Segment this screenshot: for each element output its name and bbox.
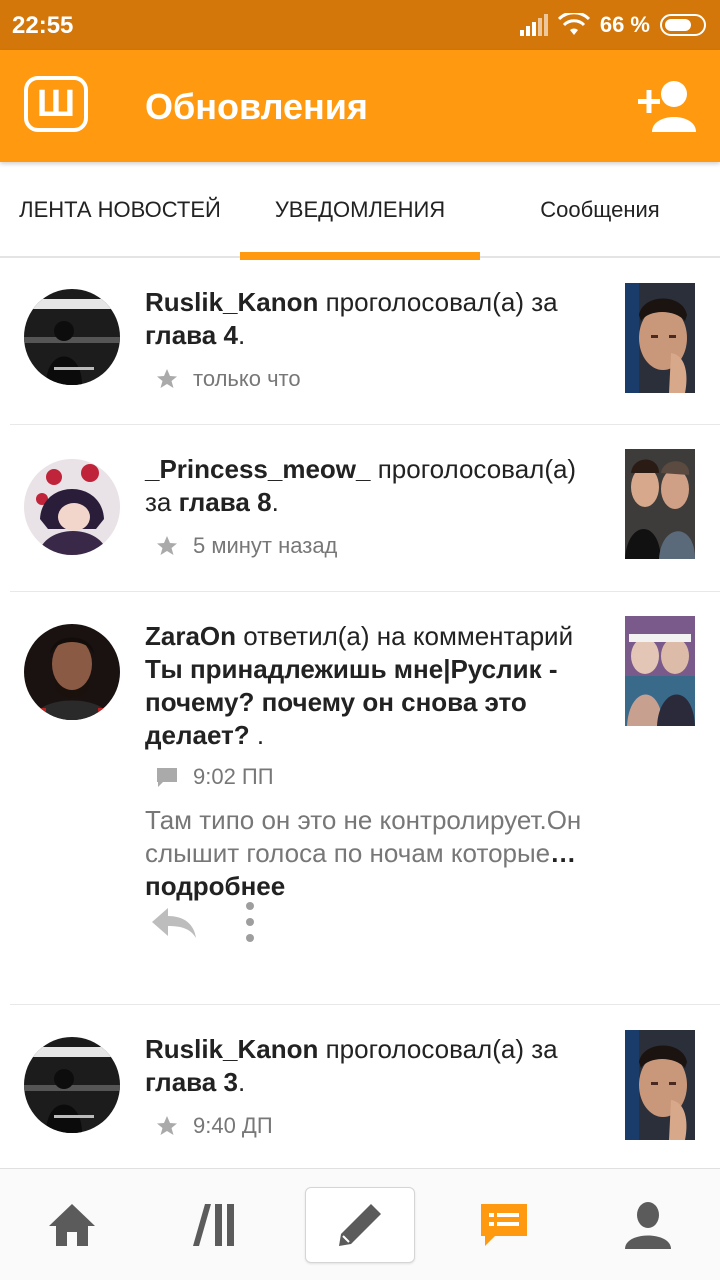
bottom-navigation xyxy=(0,1168,720,1280)
battery-percent: 66 % xyxy=(599,12,650,37)
comment-icon xyxy=(157,768,177,787)
tab-bar: ЛЕНТА НОВОСТЕЙ УВЕДОМЛЕНИЯ Сообщения xyxy=(0,162,720,260)
page-title: Обновления xyxy=(145,86,368,127)
notification-meta: 5 минут назад xyxy=(155,533,337,559)
nav-profile[interactable] xyxy=(588,1169,708,1280)
notification-meta: только что xyxy=(155,366,301,392)
library-icon xyxy=(193,1204,234,1246)
star-icon xyxy=(157,1116,177,1135)
more-options-icon[interactable] xyxy=(240,900,260,944)
user-name[interactable]: ZaraOn xyxy=(145,621,236,651)
avatar[interactable] xyxy=(24,1037,120,1133)
story-link[interactable]: глава 4 xyxy=(145,320,238,350)
notifications-icon xyxy=(481,1204,527,1246)
notification-item[interactable]: ZaraOn ответил(а) на комментарий Ты прин… xyxy=(0,592,720,1004)
notification-meta: 9:02 ПП xyxy=(155,764,274,790)
avatar[interactable] xyxy=(24,289,120,385)
story-cover[interactable] xyxy=(625,283,695,393)
tab-messages[interactable]: Сообщения xyxy=(480,162,720,258)
notification-text: ZaraOn ответил(а) на комментарий Ты прин… xyxy=(145,621,574,750)
reply-icon[interactable] xyxy=(150,904,198,940)
notification-text: Ruslik_Kanon проголосовал(а) за глава 4. xyxy=(145,287,558,350)
nav-library[interactable] xyxy=(156,1169,276,1280)
notification-item[interactable]: Ruslik_Kanon проголосовал(а) за глава 4.… xyxy=(0,262,720,424)
notification-text: Ruslik_Kanon проголосовал(а) за глава 3. xyxy=(145,1034,558,1097)
status-icons: 66 % xyxy=(519,10,706,40)
story-cover[interactable] xyxy=(625,449,695,559)
story-link[interactable]: глава 3 xyxy=(145,1067,238,1097)
write-icon xyxy=(339,1204,381,1246)
notification-time: только что xyxy=(193,366,301,391)
nav-notifications[interactable] xyxy=(444,1169,564,1280)
story-cover[interactable] xyxy=(625,1030,695,1140)
profile-icon xyxy=(625,1202,671,1249)
user-name[interactable]: _Princess_meow_ xyxy=(145,454,370,484)
wifi-icon xyxy=(557,13,590,35)
notification-item[interactable]: Ruslik_Kanon проголосовал(а) за глава 3.… xyxy=(0,1005,720,1168)
notification-meta: 9:40 ДП xyxy=(155,1113,273,1139)
signal-icon xyxy=(519,14,548,36)
avatar[interactable] xyxy=(24,459,120,555)
status-time: 22:55 xyxy=(12,12,74,39)
notification-time: 9:40 ДП xyxy=(193,1113,273,1138)
nav-write[interactable] xyxy=(305,1187,415,1263)
star-icon xyxy=(157,536,177,555)
tab-news-feed[interactable]: ЛЕНТА НОВОСТЕЙ xyxy=(0,162,240,258)
app-logo[interactable]: Ш xyxy=(24,76,88,132)
tab-notifications[interactable]: УВЕДОМЛЕНИЯ xyxy=(240,162,480,260)
app-bar: Ш Обновления xyxy=(0,50,720,162)
story-cover[interactable] xyxy=(625,616,695,726)
user-name[interactable]: Ruslik_Kanon xyxy=(145,1034,318,1064)
notification-text: _Princess_meow_ проголосовал(а) за глава… xyxy=(145,454,577,517)
notification-item[interactable]: _Princess_meow_ проголосовал(а) за глава… xyxy=(0,425,720,591)
avatar[interactable] xyxy=(24,624,120,720)
nav-home[interactable] xyxy=(12,1169,132,1280)
add-user-icon[interactable] xyxy=(638,78,698,132)
home-icon xyxy=(49,1204,95,1246)
notification-time: 5 минут назад xyxy=(193,533,338,558)
star-icon xyxy=(157,369,177,388)
story-link[interactable]: глава 8 xyxy=(179,487,272,517)
comment-excerpt: Там типо он это не контролирует.Он слыши… xyxy=(145,805,582,901)
battery-icon xyxy=(660,14,706,36)
status-bar: 22:55 66 % xyxy=(0,0,720,50)
notification-time: 9:02 ПП xyxy=(193,764,274,789)
comment-link[interactable]: Ты принадлежишь мне|Руслик - почему? поч… xyxy=(145,654,557,750)
user-name[interactable]: Ruslik_Kanon xyxy=(145,287,318,317)
